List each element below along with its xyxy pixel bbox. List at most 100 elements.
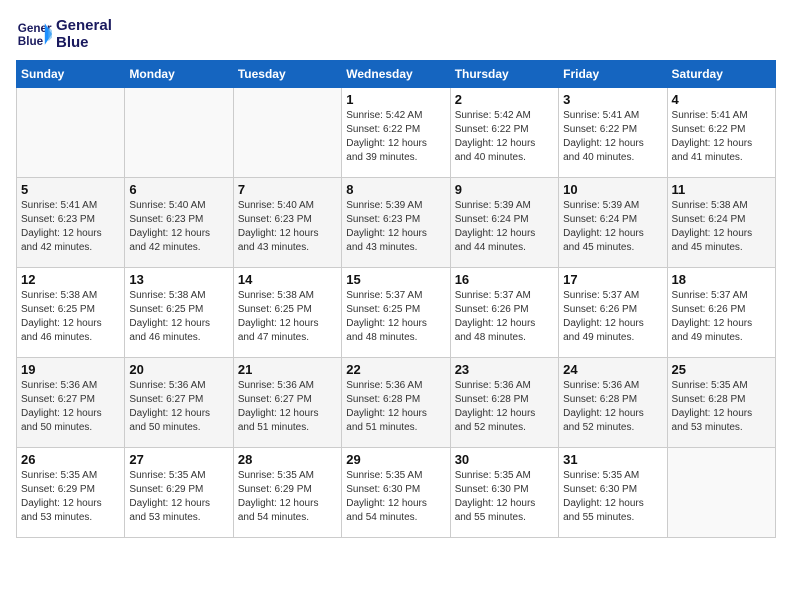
day-info: Sunrise: 5:37 AM Sunset: 6:26 PM Dayligh…	[672, 289, 771, 345]
header-cell-thursday: Thursday	[450, 61, 558, 88]
week-row-2: 5 Sunrise: 5:41 AM Sunset: 6:23 PM Daylig…	[17, 178, 776, 268]
header-row: SundayMondayTuesdayWednesdayThursdayFrid…	[17, 61, 776, 88]
day-number: 20	[129, 362, 228, 377]
day-number: 18	[672, 272, 771, 287]
page-header: General Blue General Blue	[16, 16, 776, 52]
calendar-cell: 4 Sunrise: 5:41 AM Sunset: 6:22 PM Daylig…	[667, 88, 775, 178]
calendar-cell	[17, 88, 125, 178]
calendar-cell: 10 Sunrise: 5:39 AM Sunset: 6:24 PM Dayli…	[559, 178, 667, 268]
day-number: 27	[129, 452, 228, 467]
calendar-cell: 1 Sunrise: 5:42 AM Sunset: 6:22 PM Daylig…	[342, 88, 450, 178]
calendar-body: 1 Sunrise: 5:42 AM Sunset: 6:22 PM Daylig…	[17, 88, 776, 538]
day-number: 4	[672, 92, 771, 107]
day-info: Sunrise: 5:35 AM Sunset: 6:30 PM Dayligh…	[455, 469, 554, 525]
day-info: Sunrise: 5:41 AM Sunset: 6:22 PM Dayligh…	[672, 109, 771, 165]
calendar-cell: 18 Sunrise: 5:37 AM Sunset: 6:26 PM Dayli…	[667, 268, 775, 358]
calendar-cell: 16Sunrise: 5:37 AM Sunset: 6:26 PM Dayli…	[450, 268, 558, 358]
calendar-header: SundayMondayTuesdayWednesdayThursdayFrid…	[17, 61, 776, 88]
day-number: 3	[563, 92, 662, 107]
day-info: Sunrise: 5:36 AM Sunset: 6:27 PM Dayligh…	[238, 379, 337, 435]
day-number: 9	[455, 182, 554, 197]
calendar-cell: 26Sunrise: 5:35 AM Sunset: 6:29 PM Dayli…	[17, 448, 125, 538]
day-number: 30	[455, 452, 554, 467]
day-number: 26	[21, 452, 120, 467]
day-info: Sunrise: 5:42 AM Sunset: 6:22 PM Dayligh…	[346, 109, 445, 165]
calendar-cell: 31 Sunrise: 5:35 AM Sunset: 6:30 PM Dayli…	[559, 448, 667, 538]
calendar-cell: 23 Sunrise: 5:36 AM Sunset: 6:28 PM Dayli…	[450, 358, 558, 448]
day-info: Sunrise: 5:36 AM Sunset: 6:27 PM Dayligh…	[129, 379, 228, 435]
header-cell-tuesday: Tuesday	[233, 61, 341, 88]
day-info: Sunrise: 5:35 AM Sunset: 6:29 PM Dayligh…	[129, 469, 228, 525]
day-info: Sunrise: 5:39 AM Sunset: 6:23 PM Dayligh…	[346, 199, 445, 255]
day-info: Sunrise: 5:35 AM Sunset: 6:29 PM Dayligh…	[238, 469, 337, 525]
calendar-cell	[667, 448, 775, 538]
header-cell-monday: Monday	[125, 61, 233, 88]
calendar-cell: 20 Sunrise: 5:36 AM Sunset: 6:27 PM Dayli…	[125, 358, 233, 448]
day-info: Sunrise: 5:36 AM Sunset: 6:28 PM Dayligh…	[455, 379, 554, 435]
calendar-cell	[233, 88, 341, 178]
day-number: 11	[672, 182, 771, 197]
day-number: 16	[455, 272, 554, 287]
day-number: 25	[672, 362, 771, 377]
logo-text-general: General	[56, 17, 112, 34]
calendar-cell: 27 Sunrise: 5:35 AM Sunset: 6:29 PM Dayli…	[125, 448, 233, 538]
header-cell-friday: Friday	[559, 61, 667, 88]
day-info: Sunrise: 5:40 AM Sunset: 6:23 PM Dayligh…	[129, 199, 228, 255]
day-number: 2	[455, 92, 554, 107]
day-number: 1	[346, 92, 445, 107]
calendar-cell: 11 Sunrise: 5:38 AM Sunset: 6:24 PM Dayli…	[667, 178, 775, 268]
day-number: 6	[129, 182, 228, 197]
week-row-4: 19 Sunrise: 5:36 AM Sunset: 6:27 PM Dayli…	[17, 358, 776, 448]
logo-icon: General Blue	[16, 16, 52, 52]
day-number: 31	[563, 452, 662, 467]
calendar-cell: 14 Sunrise: 5:38 AM Sunset: 6:25 PM Dayli…	[233, 268, 341, 358]
day-info: Sunrise: 5:38 AM Sunset: 6:25 PM Dayligh…	[238, 289, 337, 345]
calendar-cell: 30 Sunrise: 5:35 AM Sunset: 6:30 PM Dayli…	[450, 448, 558, 538]
day-number: 8	[346, 182, 445, 197]
calendar-cell: 24 Sunrise: 5:36 AM Sunset: 6:28 PM Dayli…	[559, 358, 667, 448]
day-number: 5	[21, 182, 120, 197]
calendar-table: SundayMondayTuesdayWednesdayThursdayFrid…	[16, 60, 776, 538]
week-row-5: 26 Sunrise: 5:35 AM Sunset: 6:29 PM Dayli…	[17, 448, 776, 538]
calendar-cell: 19 Sunrise: 5:36 AM Sunset: 6:27 PM Dayli…	[17, 358, 125, 448]
day-info: Sunrise: 5:36 AM Sunset: 6:27 PM Dayligh…	[21, 379, 120, 435]
calendar-cell: 17Sunrise: 5:37 AM Sunset: 6:26 PM Dayli…	[559, 268, 667, 358]
day-number: 24	[563, 362, 662, 377]
logo: General Blue General Blue	[16, 16, 112, 52]
day-number: 14	[238, 272, 337, 287]
day-number: 13	[129, 272, 228, 287]
calendar-cell: 21Sunrise: 5:36 AM Sunset: 6:27 PM Dayli…	[233, 358, 341, 448]
day-number: 23	[455, 362, 554, 377]
day-number: 28	[238, 452, 337, 467]
day-info: Sunrise: 5:35 AM Sunset: 6:30 PM Dayligh…	[346, 469, 445, 525]
day-info: Sunrise: 5:36 AM Sunset: 6:28 PM Dayligh…	[563, 379, 662, 435]
day-info: Sunrise: 5:38 AM Sunset: 6:24 PM Dayligh…	[672, 199, 771, 255]
day-number: 7	[238, 182, 337, 197]
day-number: 10	[563, 182, 662, 197]
day-info: Sunrise: 5:37 AM Sunset: 6:25 PM Dayligh…	[346, 289, 445, 345]
calendar-cell: 13 Sunrise: 5:38 AM Sunset: 6:25 PM Dayli…	[125, 268, 233, 358]
day-info: Sunrise: 5:39 AM Sunset: 6:24 PM Dayligh…	[563, 199, 662, 255]
header-cell-sunday: Sunday	[17, 61, 125, 88]
calendar-cell: 3Sunrise: 5:41 AM Sunset: 6:22 PM Daylig…	[559, 88, 667, 178]
day-info: Sunrise: 5:41 AM Sunset: 6:23 PM Dayligh…	[21, 199, 120, 255]
day-number: 19	[21, 362, 120, 377]
calendar-cell: 9 Sunrise: 5:39 AM Sunset: 6:24 PM Daylig…	[450, 178, 558, 268]
day-number: 15	[346, 272, 445, 287]
calendar-cell: 22 Sunrise: 5:36 AM Sunset: 6:28 PM Dayli…	[342, 358, 450, 448]
calendar-cell: 7 Sunrise: 5:40 AM Sunset: 6:23 PM Daylig…	[233, 178, 341, 268]
day-info: Sunrise: 5:39 AM Sunset: 6:24 PM Dayligh…	[455, 199, 554, 255]
calendar-cell: 2Sunrise: 5:42 AM Sunset: 6:22 PM Daylig…	[450, 88, 558, 178]
day-info: Sunrise: 5:40 AM Sunset: 6:23 PM Dayligh…	[238, 199, 337, 255]
day-info: Sunrise: 5:38 AM Sunset: 6:25 PM Dayligh…	[129, 289, 228, 345]
calendar-cell: 25Sunrise: 5:35 AM Sunset: 6:28 PM Dayli…	[667, 358, 775, 448]
week-row-1: 1 Sunrise: 5:42 AM Sunset: 6:22 PM Daylig…	[17, 88, 776, 178]
header-cell-saturday: Saturday	[667, 61, 775, 88]
day-info: Sunrise: 5:35 AM Sunset: 6:30 PM Dayligh…	[563, 469, 662, 525]
day-info: Sunrise: 5:36 AM Sunset: 6:28 PM Dayligh…	[346, 379, 445, 435]
day-number: 22	[346, 362, 445, 377]
day-number: 12	[21, 272, 120, 287]
day-number: 29	[346, 452, 445, 467]
calendar-cell: 15 Sunrise: 5:37 AM Sunset: 6:25 PM Dayli…	[342, 268, 450, 358]
header-cell-wednesday: Wednesday	[342, 61, 450, 88]
